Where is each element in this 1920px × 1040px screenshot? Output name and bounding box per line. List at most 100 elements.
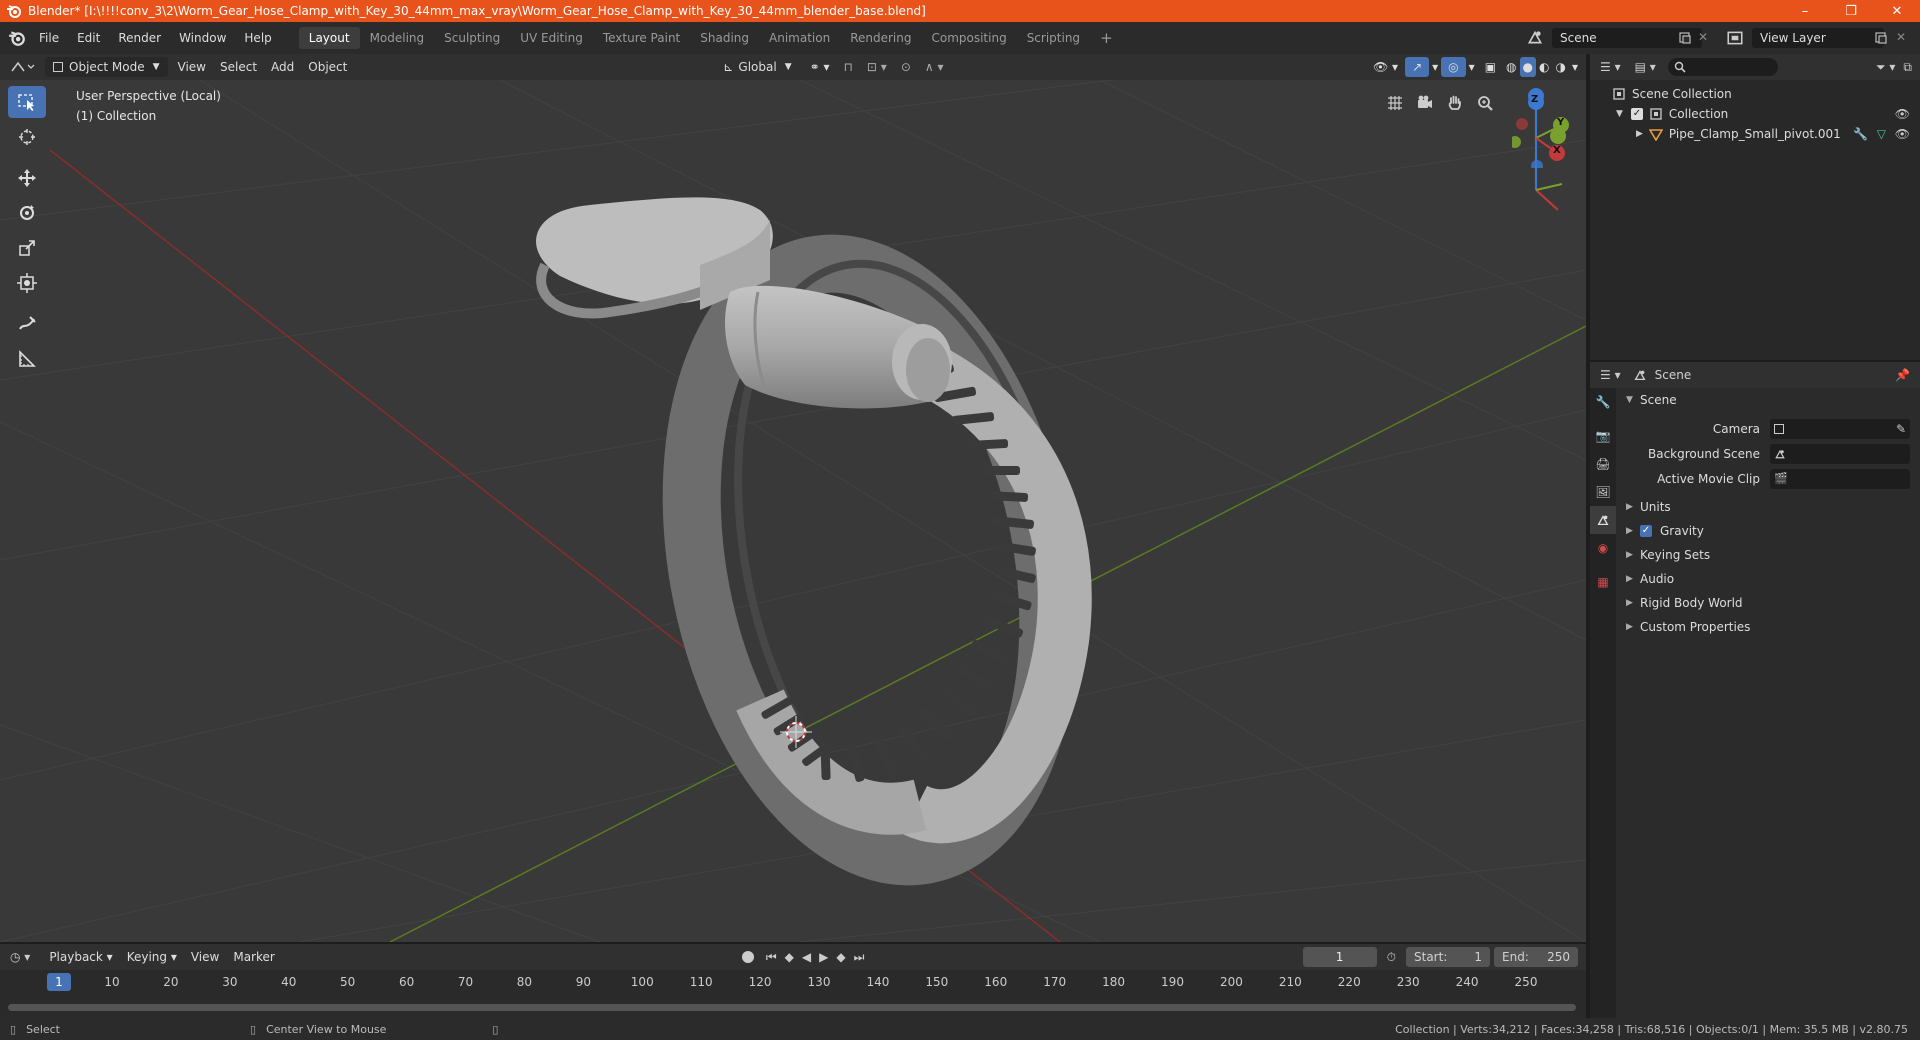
menu-edit[interactable]: Edit [68,27,109,49]
proportional-edit-icon[interactable]: ⊙ [894,57,918,77]
active-movie-clip-field[interactable]: 🎬 [1770,468,1910,489]
close-button[interactable]: ✕ [1874,0,1920,22]
falloff-icon[interactable]: ∧ ▾ [918,57,951,77]
scene-selector-icon[interactable] [1526,28,1544,46]
timeline-scrollbar[interactable] [8,1004,1576,1011]
delete-scene-icon[interactable]: ✕ [1698,30,1708,44]
filter-icon[interactable]: ⏷ ▾ [1876,60,1895,75]
menu-object[interactable]: Object [301,57,354,77]
record-button[interactable] [741,951,754,963]
expand-arrow-icon[interactable]: ▶ [1636,129,1643,139]
select-box-tool[interactable] [8,86,46,118]
menu-render[interactable]: Render [109,27,170,49]
expand-arrow-icon[interactable]: ▼ [1616,109,1623,119]
tab-uv-editing[interactable]: UV Editing [510,27,593,49]
jump-keyframe-forward-button[interactable]: ◆ [836,950,845,964]
play-button[interactable]: ▶ [819,950,828,964]
cursor-tool[interactable] [8,121,46,153]
tab-shading[interactable]: Shading [690,27,759,49]
new-scene-icon[interactable] [1678,31,1692,45]
view-layer-field[interactable]: View Layer [1752,28,1884,48]
tab-sculpting[interactable]: Sculpting [434,27,510,49]
tab-compositing[interactable]: Compositing [921,27,1016,49]
tab-output[interactable]: 🖨 [1590,450,1616,478]
gravity-checkbox[interactable]: ✓ [1640,525,1652,537]
custom-properties-panel[interactable]: ▶ Custom Properties [1616,615,1920,639]
eye-icon[interactable]: 👁 [1895,127,1910,141]
rendered-shading-icon[interactable]: ◑ [1552,57,1568,77]
menu-playback[interactable]: Playback ▾ [42,947,119,967]
add-workspace-button[interactable]: + [1090,27,1123,49]
eyedropper-icon[interactable]: ✎ [1896,422,1906,436]
delete-view-layer-icon[interactable]: ✕ [1896,30,1906,44]
scale-tool[interactable] [8,232,46,264]
outliner-scene-collection[interactable]: Scene Collection [1590,84,1920,104]
tab-scene[interactable] [1590,506,1616,534]
current-frame-field[interactable]: 1 [1302,947,1377,967]
jump-start-button[interactable]: ⏮ [766,950,777,965]
mesh-data-icon[interactable]: ▽ [1877,127,1886,141]
menu-add[interactable]: Add [264,57,301,77]
start-frame-field[interactable]: Start: 1 [1406,947,1490,967]
tab-texture-paint[interactable]: Texture Paint [593,27,690,49]
maximize-button[interactable]: ❐ [1828,0,1874,22]
shading-dropdown-icon[interactable]: ▾ [1569,57,1586,77]
gizmo-dropdown-icon[interactable]: ▾ [1429,57,1441,77]
outliner-search-input[interactable] [1667,58,1778,76]
tab-modeling[interactable]: Modeling [360,27,435,49]
outliner-object[interactable]: ▶ Pipe_Clamp_Small_pivot.001 🔧 ▽ 👁 [1590,124,1920,144]
camera-view-icon[interactable] [1410,88,1440,118]
timeline-ruler[interactable]: 1 10 20 30 40 50 60 70 80 90 100 110 120 130 140 150 160… [0,972,1586,994]
rotate-tool[interactable] [8,197,46,229]
annotate-tool[interactable] [8,308,46,340]
snap-element-icon[interactable]: ⊡ ▾ [860,57,894,77]
tab-layout[interactable]: Layout [298,27,360,49]
rigid-body-world-panel[interactable]: ▶ Rigid Body World [1616,591,1920,615]
tab-scripting[interactable]: Scripting [1017,27,1090,49]
units-panel[interactable]: ▶ Units [1616,495,1920,519]
menu-select[interactable]: Select [213,57,264,77]
jump-keyframe-back-button[interactable]: ◆ [785,950,794,964]
transform-tool[interactable] [8,267,46,299]
modifier-wrench-icon[interactable]: 🔧 [1853,127,1868,141]
keying-sets-panel[interactable]: ▶ Keying Sets [1616,543,1920,567]
material-shading-icon[interactable]: ◐ [1536,57,1552,77]
toggle-ortho-icon[interactable] [1380,88,1410,118]
properties-editor-type-icon[interactable]: ☰ ▾ [1600,368,1621,382]
visibility-icon[interactable]: 👁 ▾ [1366,57,1405,77]
solid-shading-icon[interactable]: ● [1519,57,1536,77]
menu-window[interactable]: Window [170,27,235,49]
overlays-icon[interactable]: ◎ [1441,57,1466,77]
audio-panel[interactable]: ▶ Audio [1616,567,1920,591]
display-mode-icon[interactable]: ▤ ▾ [1635,60,1656,74]
tab-render[interactable]: 📷 [1590,422,1616,450]
outliner-editor-type-icon[interactable]: ☰ ▾ [1600,60,1621,74]
play-reverse-button[interactable]: ◀ [802,950,811,964]
3d-viewport[interactable]: Z Y X User Perspective (Local) (1) Colle… [0,80,1586,942]
tab-world[interactable]: ◉ [1590,534,1616,562]
collection-checkbox[interactable]: ✓ [1630,108,1643,120]
pin-icon[interactable]: 📌 [1895,368,1910,382]
editor-type-icon[interactable] [10,59,38,75]
pan-view-icon[interactable] [1440,88,1470,118]
jump-end-button[interactable]: ⏭ [854,950,865,965]
zoom-view-icon[interactable] [1470,88,1500,118]
end-frame-field[interactable]: End: 250 [1494,947,1578,967]
stopwatch-icon[interactable]: ⏱ [1387,950,1396,965]
tab-texture[interactable]: ▦ [1590,568,1616,596]
eye-icon[interactable]: 👁 [1895,107,1910,121]
menu-keying[interactable]: Keying ▾ [120,947,184,967]
menu-file[interactable]: File [30,27,68,49]
menu-timeline-view[interactable]: View [184,947,226,967]
scene-panel-header[interactable]: ▼ Scene [1616,388,1920,412]
tab-tool[interactable]: 🔧 [1590,388,1616,416]
background-scene-field[interactable] [1770,443,1910,464]
new-view-layer-icon[interactable] [1874,31,1888,45]
tab-animation[interactable]: Animation [759,27,840,49]
new-collection-icon[interactable]: ⧉ [1903,60,1912,75]
gizmo-icon[interactable]: ↗ [1405,57,1430,77]
move-tool[interactable] [8,162,46,194]
view-layer-icon[interactable] [1726,29,1744,47]
outliner-collection[interactable]: ▼ ✓ Collection 👁 [1590,104,1920,124]
axis-gizmo[interactable]: Z Y X [1512,88,1572,168]
